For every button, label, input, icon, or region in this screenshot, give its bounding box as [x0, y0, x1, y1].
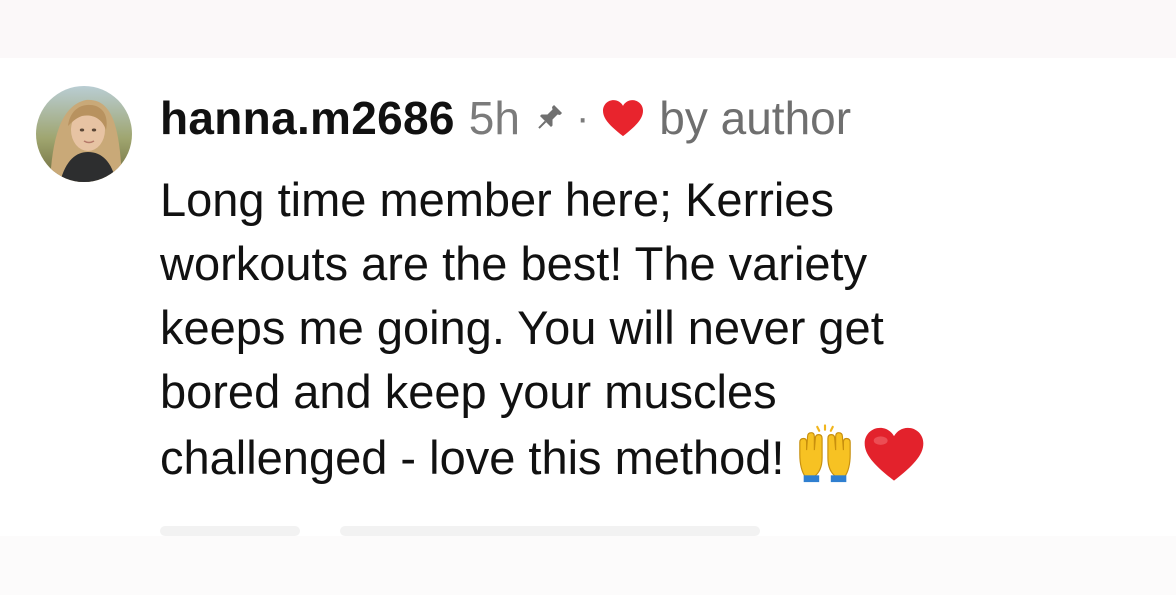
- raising-hands-icon: [799, 424, 852, 483]
- timestamp: 5h: [468, 92, 520, 144]
- heart-icon: [603, 100, 644, 137]
- comment-text: Long time member here; Kerries workouts …: [160, 168, 1150, 490]
- liked-by-author-label: by author: [659, 92, 852, 144]
- reply-placeholder: [160, 526, 300, 536]
- red-heart-icon: [865, 427, 924, 481]
- comment-text-line: bored and keep your muscles: [160, 365, 777, 418]
- reply-placeholder: [340, 526, 760, 536]
- pin-icon: [538, 104, 562, 129]
- comment-text-line: challenged - love this method!: [160, 431, 785, 484]
- username-link[interactable]: hanna.m2686: [160, 90, 455, 146]
- comment-text-line: Long time member here; Kerries: [160, 173, 834, 226]
- comment-header: hanna.m2686 5h · by author: [160, 90, 851, 146]
- top-background: [0, 0, 1176, 58]
- avatar[interactable]: [36, 86, 132, 182]
- comment-text-line: workouts are the best! The variety: [160, 237, 868, 290]
- avatar-photo: [36, 86, 132, 182]
- comment-text-last-line: challenged - love this method!: [160, 424, 1150, 490]
- bottom-background: [0, 536, 1176, 595]
- comment-text-line: keeps me going. You will never get: [160, 301, 884, 354]
- separator-dot: ·: [575, 96, 590, 140]
